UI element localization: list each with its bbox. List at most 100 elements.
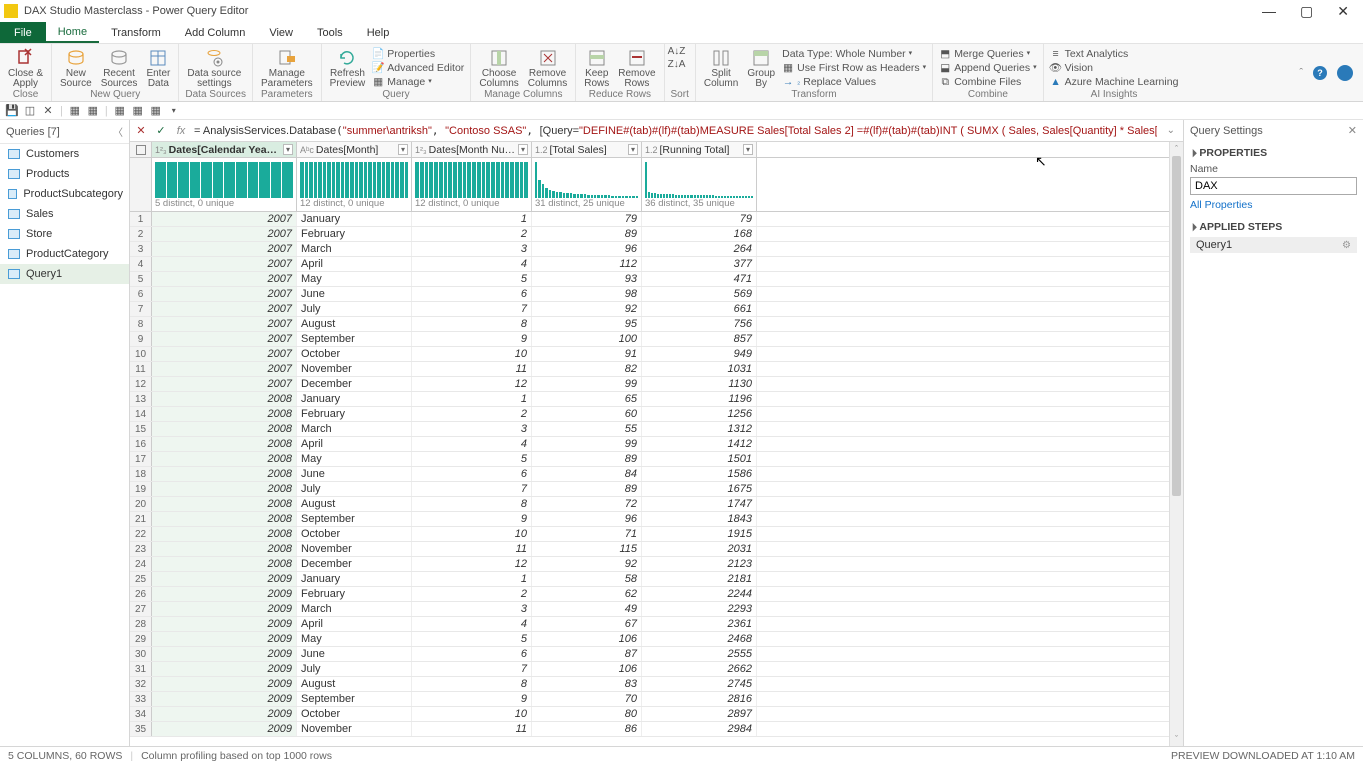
qat-icon-4[interactable]: ▦ bbox=[69, 105, 81, 117]
collapse-ribbon-button[interactable]: ˆ bbox=[1299, 67, 1303, 79]
close-apply-button[interactable]: Close & Apply bbox=[6, 46, 45, 89]
accept-formula-button[interactable]: ✓ bbox=[154, 124, 168, 137]
vertical-scrollbar[interactable]: ˆ ˇ bbox=[1169, 142, 1183, 746]
table-row[interactable]: 262009February2622244 bbox=[130, 587, 1169, 602]
table-row[interactable]: 272009March3492293 bbox=[130, 602, 1169, 617]
merge-queries-button[interactable]: ⬒Merge Queries ▾ bbox=[939, 47, 1036, 61]
table-row[interactable]: 62007June698569 bbox=[130, 287, 1169, 302]
replace-values-button[interactable]: →₂Replace Values bbox=[782, 75, 926, 89]
column-header[interactable]: AᵇcDates[Month]▾ bbox=[297, 142, 412, 157]
text-analytics-button[interactable]: ≡Text Analytics bbox=[1050, 47, 1179, 61]
table-row[interactable]: 332009September9702816 bbox=[130, 692, 1169, 707]
vision-button[interactable]: 👁Vision bbox=[1050, 61, 1179, 75]
tab-home[interactable]: Home bbox=[46, 22, 99, 43]
query-item[interactable]: Products bbox=[0, 164, 129, 184]
table-row[interactable]: 132008January1651196 bbox=[130, 392, 1169, 407]
manage-parameters-button[interactable]: Manage Parameters bbox=[259, 46, 315, 89]
table-row[interactable]: 52007May593471 bbox=[130, 272, 1169, 287]
enter-data-button[interactable]: Enter Data bbox=[144, 46, 172, 89]
datatype-icon[interactable]: 1.2 bbox=[535, 145, 548, 155]
append-queries-button[interactable]: ⬓Append Queries ▾ bbox=[939, 61, 1036, 75]
remove-rows-button[interactable]: Remove Rows bbox=[616, 46, 657, 89]
tab-tools[interactable]: Tools bbox=[305, 22, 355, 43]
tab-add-column[interactable]: Add Column bbox=[173, 22, 258, 43]
scroll-thumb[interactable] bbox=[1172, 156, 1181, 496]
split-column-button[interactable]: Split Column bbox=[702, 46, 740, 89]
cancel-formula-button[interactable]: ✕ bbox=[134, 124, 148, 137]
qat-icon-8[interactable]: ▦ bbox=[150, 105, 162, 117]
scroll-up-button[interactable]: ˆ bbox=[1170, 142, 1183, 156]
close-button[interactable]: ✕ bbox=[1337, 4, 1349, 18]
column-header[interactable]: 1.2[Running Total]▾ bbox=[642, 142, 757, 157]
expand-formula-button[interactable]: ⌄ bbox=[1163, 125, 1179, 136]
table-row[interactable]: 182008June6841586 bbox=[130, 467, 1169, 482]
table-row[interactable]: 112007November11821031 bbox=[130, 362, 1169, 377]
table-row[interactable]: 252009January1582181 bbox=[130, 572, 1169, 587]
azure-ml-button[interactable]: ▲Azure Machine Learning bbox=[1050, 75, 1179, 89]
table-row[interactable]: 342009October10802897 bbox=[130, 707, 1169, 722]
filter-icon[interactable]: ▾ bbox=[283, 144, 293, 155]
table-row[interactable]: 102007October1091949 bbox=[130, 347, 1169, 362]
table-row[interactable]: 352009November11862984 bbox=[130, 722, 1169, 737]
recent-sources-button[interactable]: Recent Sources bbox=[99, 46, 140, 89]
help-button[interactable]: ? bbox=[1313, 66, 1327, 80]
remove-columns-button[interactable]: Remove Columns bbox=[526, 46, 569, 89]
datatype-icon[interactable]: 1²₃ bbox=[415, 145, 427, 155]
file-tab[interactable]: File bbox=[0, 22, 46, 43]
qat-icon-5[interactable]: ▦ bbox=[87, 105, 99, 117]
query-item[interactable]: ProductCategory bbox=[0, 244, 129, 264]
all-properties-link[interactable]: All Properties bbox=[1190, 195, 1357, 215]
query-item[interactable]: Query1 bbox=[0, 264, 129, 284]
datatype-icon[interactable]: 1²₃ bbox=[155, 145, 167, 155]
table-row[interactable]: 322009August8832745 bbox=[130, 677, 1169, 692]
query-item[interactable]: Store bbox=[0, 224, 129, 244]
tab-view[interactable]: View bbox=[257, 22, 305, 43]
close-settings-button[interactable]: ✕ bbox=[1348, 124, 1357, 137]
user-avatar[interactable] bbox=[1337, 65, 1353, 81]
properties-button[interactable]: 📄Properties bbox=[372, 47, 464, 61]
query-item[interactable]: ProductSubcategory bbox=[0, 184, 129, 204]
qat-icon-6[interactable]: ▦ bbox=[114, 105, 126, 117]
table-row[interactable]: 302009June6872555 bbox=[130, 647, 1169, 662]
qat-dropdown[interactable]: ▾ bbox=[168, 105, 180, 117]
table-row[interactable]: 12007January17979 bbox=[130, 212, 1169, 227]
tab-help[interactable]: Help bbox=[355, 22, 402, 43]
table-icon-header[interactable] bbox=[130, 142, 152, 157]
table-row[interactable]: 222008October10711915 bbox=[130, 527, 1169, 542]
qat-icon-3[interactable]: ✕ bbox=[42, 105, 54, 117]
table-row[interactable]: 192008July7891675 bbox=[130, 482, 1169, 497]
tab-transform[interactable]: Transform bbox=[99, 22, 173, 43]
collapse-queries-button[interactable]: 〈 bbox=[113, 124, 123, 139]
table-row[interactable]: 212008September9961843 bbox=[130, 512, 1169, 527]
table-row[interactable]: 142008February2601256 bbox=[130, 407, 1169, 422]
formula-text[interactable]: = AnalysisServices.Database("summer\antr… bbox=[194, 124, 1157, 137]
table-row[interactable]: 172008May5891501 bbox=[130, 452, 1169, 467]
data-source-settings-button[interactable]: Data source settings bbox=[185, 46, 243, 89]
filter-icon[interactable]: ▾ bbox=[518, 144, 528, 155]
filter-icon[interactable]: ▾ bbox=[628, 144, 638, 155]
column-header[interactable]: 1²₃Dates[Month Number]▾ bbox=[412, 142, 532, 157]
table-row[interactable]: 232008November111152031 bbox=[130, 542, 1169, 557]
filter-icon[interactable]: ▾ bbox=[743, 144, 753, 155]
table-row[interactable]: 162008April4991412 bbox=[130, 437, 1169, 452]
table-row[interactable]: 292009May51062468 bbox=[130, 632, 1169, 647]
column-header[interactable]: 1.2[Total Sales]▾ bbox=[532, 142, 642, 157]
table-row[interactable]: 82007August895756 bbox=[130, 317, 1169, 332]
table-row[interactable]: 92007September9100857 bbox=[130, 332, 1169, 347]
filter-icon[interactable]: ▾ bbox=[398, 144, 408, 155]
maximize-button[interactable]: ▢ bbox=[1300, 4, 1313, 18]
minimize-button[interactable]: — bbox=[1262, 4, 1276, 18]
sort-asc-button[interactable]: A↓Z bbox=[671, 46, 689, 58]
table-row[interactable]: 22007February289168 bbox=[130, 227, 1169, 242]
applied-step-item[interactable]: Query1 ⚙ bbox=[1190, 237, 1357, 253]
table-row[interactable]: 312009July71062662 bbox=[130, 662, 1169, 677]
scroll-down-button[interactable]: ˇ bbox=[1170, 732, 1183, 746]
table-row[interactable]: 42007April4112377 bbox=[130, 257, 1169, 272]
query-item[interactable]: Customers bbox=[0, 144, 129, 164]
group-by-button[interactable]: Group By bbox=[745, 46, 777, 89]
table-row[interactable]: 122007December12991130 bbox=[130, 377, 1169, 392]
new-source-button[interactable]: New Source bbox=[58, 46, 94, 89]
combine-files-button[interactable]: ⧉Combine Files bbox=[939, 75, 1036, 89]
qat-icon-7[interactable]: ▦ bbox=[132, 105, 144, 117]
query-name-input[interactable] bbox=[1190, 177, 1357, 195]
